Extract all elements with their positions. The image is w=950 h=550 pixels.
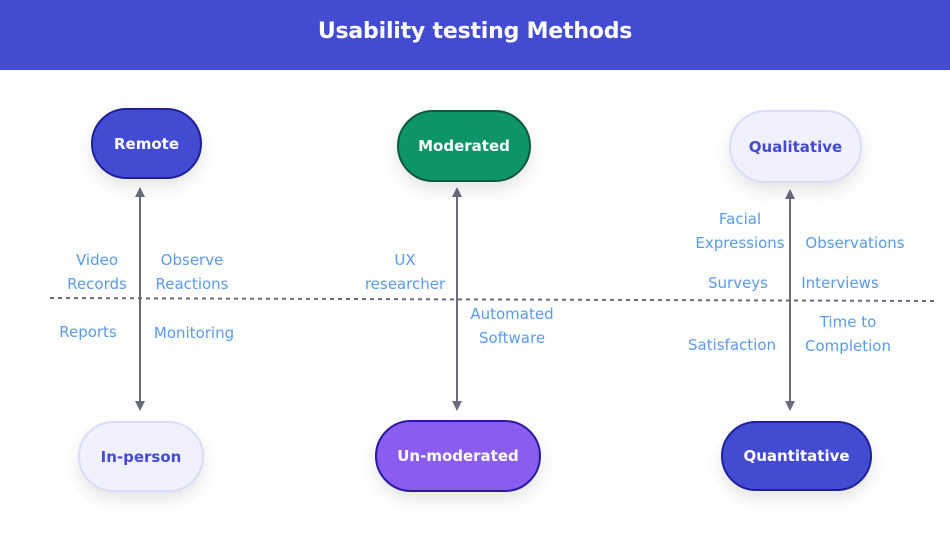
label-reports: Reports: [59, 323, 117, 341]
node-quantitative-label: Quantitative: [743, 447, 850, 465]
node-quantitative[interactable]: Quantitative: [721, 421, 872, 491]
node-remote-label: Remote: [113, 134, 179, 153]
node-in-person[interactable]: In-person: [78, 421, 204, 492]
node-remote[interactable]: Remote: [91, 108, 202, 179]
node-un-moderated-label: Un-moderated: [397, 447, 519, 465]
label-surveys: Surveys: [708, 274, 768, 292]
divider-dashed-line: [49, 297, 936, 302]
label-automated-software: Automated Software: [470, 305, 554, 347]
node-qualitative-label: Qualitative: [748, 137, 843, 156]
label-satisfaction: Satisfaction: [687, 336, 777, 354]
node-in-person-label: In-person: [100, 447, 182, 466]
label-facial-expressions: Facial Expressions: [695, 210, 785, 252]
node-moderated[interactable]: Moderated: [397, 110, 531, 182]
node-un-moderated[interactable]: Un-moderated: [375, 420, 541, 492]
label-monitoring: Monitoring: [153, 324, 235, 342]
node-moderated-label: Moderated: [418, 137, 510, 155]
node-qualitative[interactable]: Qualitative: [729, 110, 862, 183]
label-time-to-completion: Time to Completion: [805, 313, 891, 355]
label-video-records: Video Records: [67, 251, 127, 293]
label-interviews: Interviews: [801, 274, 879, 292]
label-observe-reactions: Observe Reactions: [155, 251, 229, 293]
label-ux-researcher: UX researcher: [364, 251, 446, 293]
label-observations: Observations: [805, 234, 905, 252]
